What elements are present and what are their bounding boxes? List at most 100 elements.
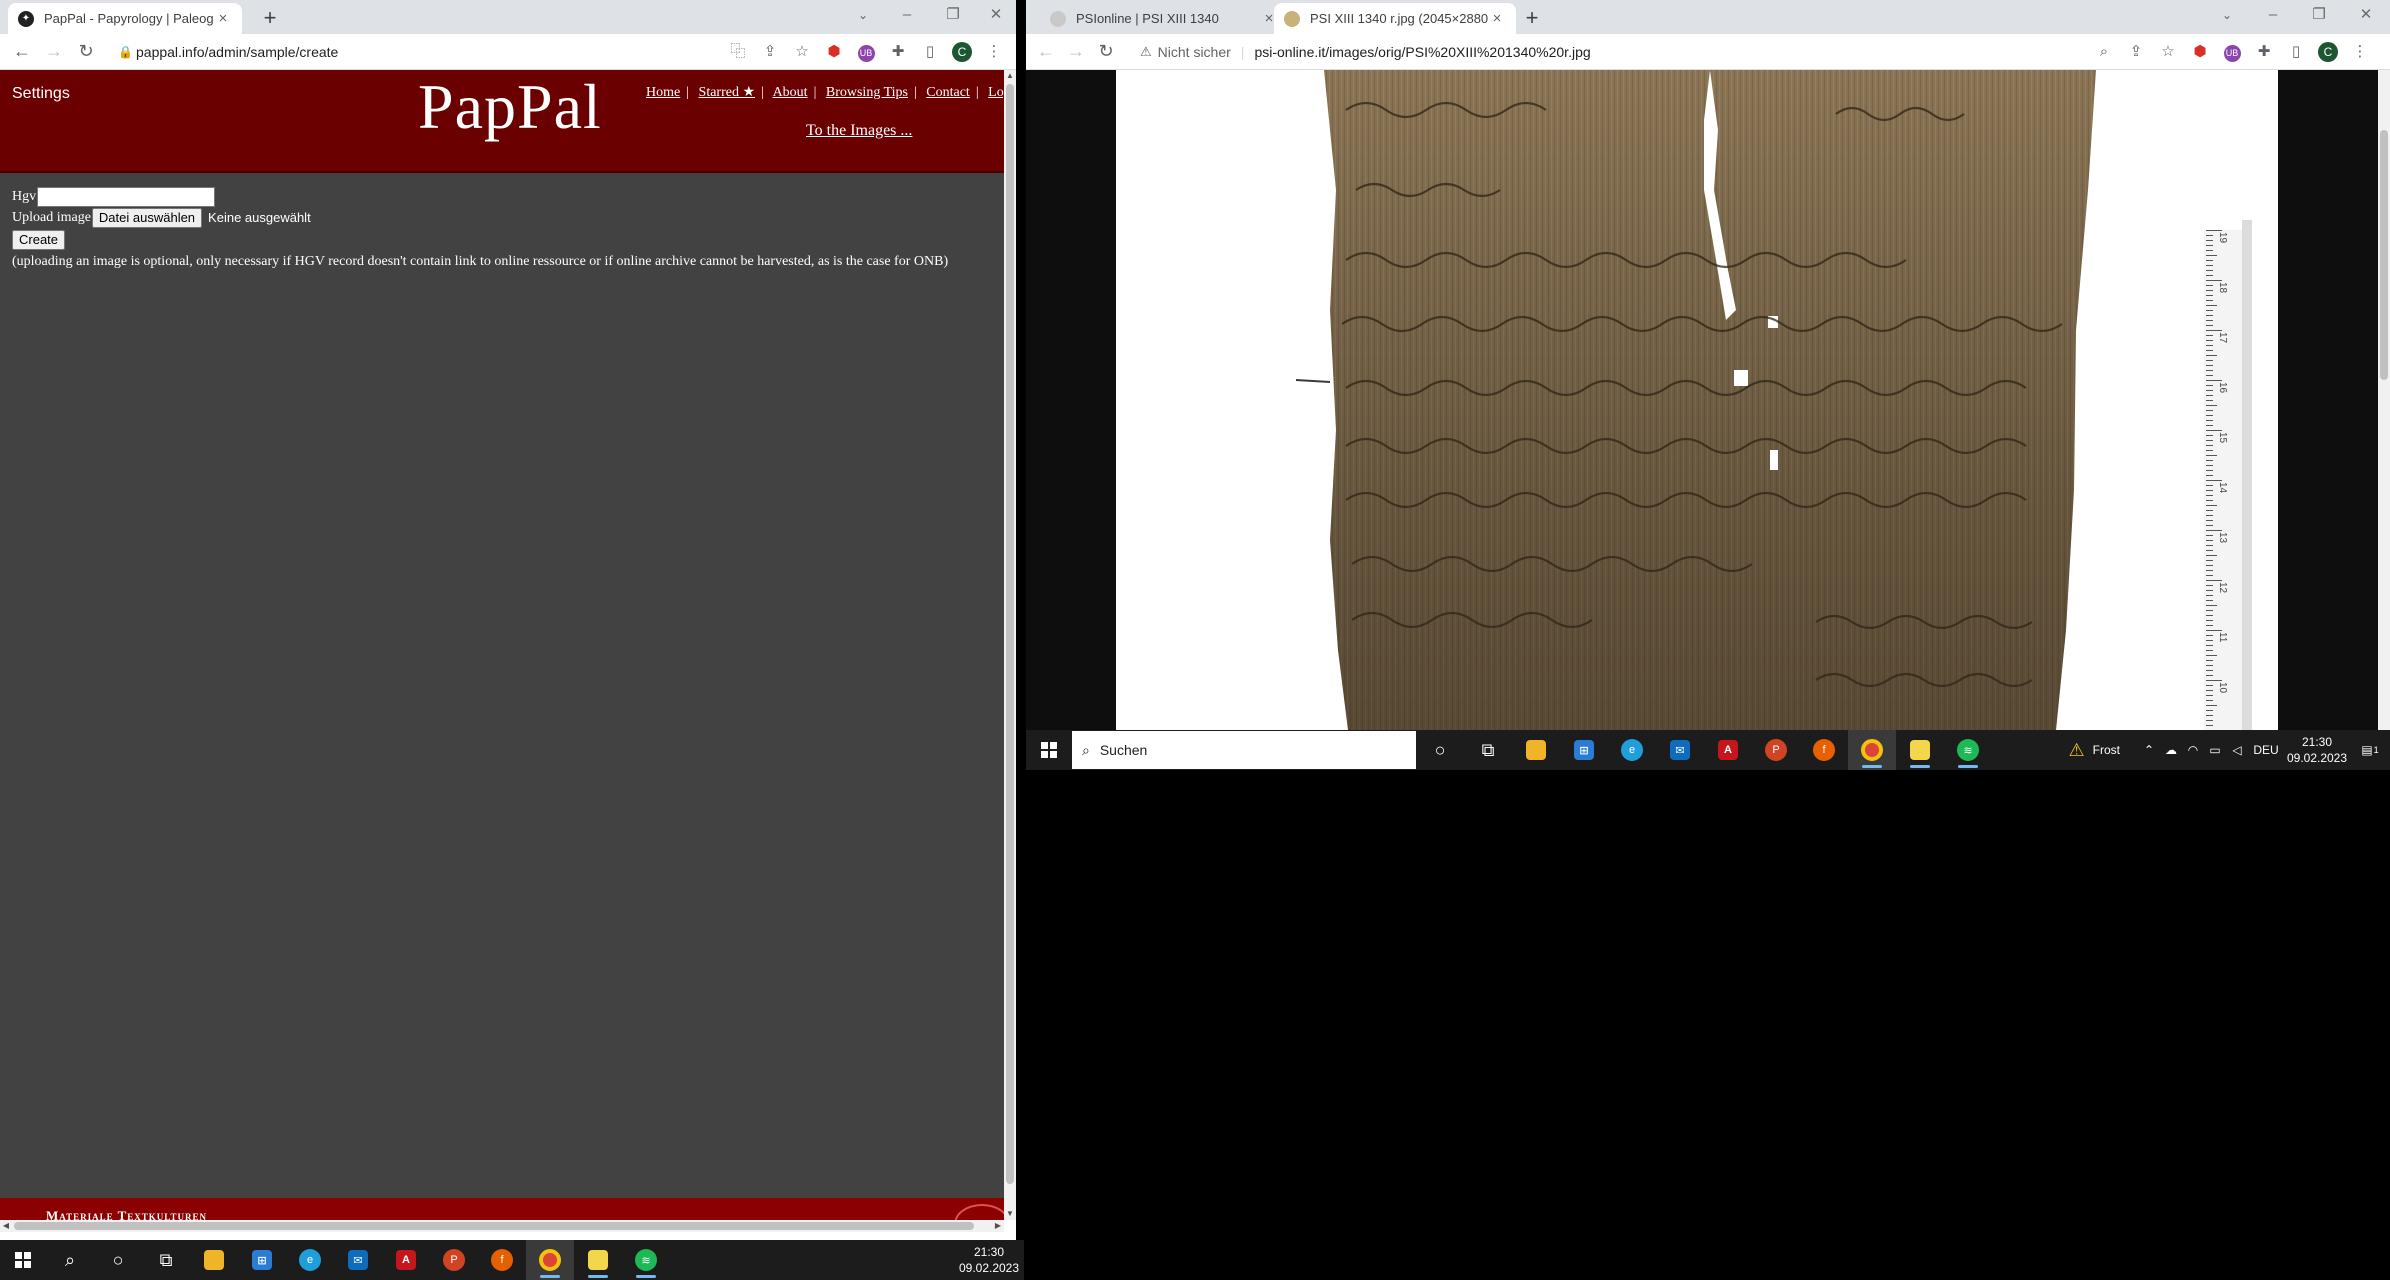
- windows-start-icon[interactable]: [1026, 730, 1072, 770]
- bookmark-star-icon[interactable]: ☆: [2152, 38, 2184, 66]
- language-indicator[interactable]: DEU: [2248, 743, 2284, 757]
- firefox-icon[interactable]: f: [478, 1240, 526, 1280]
- cortana-icon[interactable]: ○: [1416, 730, 1464, 770]
- minimize-button[interactable]: –: [2250, 0, 2296, 34]
- tab-search-icon[interactable]: ⌄: [848, 0, 878, 34]
- extension-purple-icon[interactable]: UB: [850, 38, 882, 66]
- tab-psi-image[interactable]: PSI XIII 1340 r.jpg (2045×2880) ×: [1274, 3, 1516, 34]
- tab-close-icon[interactable]: ×: [1488, 10, 1506, 27]
- scroll-up-arrow-icon[interactable]: ▲: [1004, 70, 1016, 82]
- mail-icon[interactable]: ✉: [1656, 730, 1704, 770]
- vertical-scrollbar-right[interactable]: [2378, 70, 2390, 730]
- back-arrow-icon[interactable]: ←: [8, 38, 36, 66]
- tab-search-icon[interactable]: ⌄: [2212, 0, 2242, 34]
- extension-adblock-icon[interactable]: ⬢: [2184, 38, 2216, 66]
- scroll-right-arrow-icon[interactable]: ▶: [992, 1220, 1004, 1232]
- acrobat-icon[interactable]: A: [1704, 730, 1752, 770]
- clock-right[interactable]: 21:30 09.02.2023: [2284, 734, 2350, 766]
- tray-network-icon[interactable]: ☁: [2160, 743, 2182, 757]
- extensions-puzzle-icon[interactable]: ✚: [2248, 38, 2280, 66]
- to-the-images-link[interactable]: To the Images ...: [806, 122, 912, 140]
- share-icon[interactable]: ⇪: [2120, 38, 2152, 66]
- nav-about-link[interactable]: About: [773, 85, 808, 100]
- extensions-puzzle-icon[interactable]: ✚: [882, 38, 914, 66]
- papyrus-image[interactable]: 19 18 17 16 15 14 13 12 11 10: [1116, 70, 2278, 730]
- tab-pappal[interactable]: ✦ PapPal - Papyrology | Paleograph ×: [8, 3, 242, 34]
- reload-icon[interactable]: ↻: [1092, 38, 1120, 66]
- notes-app-icon[interactable]: [574, 1240, 622, 1280]
- pappal-logo[interactable]: PapPal: [418, 70, 602, 144]
- chrome-icon[interactable]: [526, 1240, 574, 1280]
- chrome-icon[interactable]: [1848, 730, 1896, 770]
- task-view-icon[interactable]: ⧉: [142, 1240, 190, 1280]
- scroll-down-arrow-icon[interactable]: ▼: [1004, 1208, 1016, 1220]
- side-panel-icon[interactable]: ▯: [2280, 38, 2312, 66]
- volume-icon[interactable]: ◁: [2226, 743, 2248, 757]
- back-arrow-icon[interactable]: ←: [1032, 38, 1060, 66]
- battery-icon[interactable]: ▭: [2204, 743, 2226, 757]
- store-icon[interactable]: ⊞: [238, 1240, 286, 1280]
- cortana-icon[interactable]: ○: [94, 1240, 142, 1280]
- file-explorer-icon[interactable]: [1512, 730, 1560, 770]
- scroll-thumb[interactable]: [2380, 130, 2388, 380]
- clock-left[interactable]: 21:30 09.02.2023: [954, 1244, 1024, 1276]
- spotify-icon[interactable]: ≋: [1944, 730, 1992, 770]
- address-bar[interactable]: ⚠ Nicht sicher | psi-online.it/images/or…: [1140, 38, 1591, 66]
- spotify-icon[interactable]: ≋: [622, 1240, 670, 1280]
- minimize-button[interactable]: –: [884, 0, 930, 34]
- nav-logout-link[interactable]: Logou: [988, 85, 1004, 100]
- close-window-button[interactable]: ✕: [976, 0, 1016, 34]
- nav-home-link[interactable]: Home: [646, 85, 680, 100]
- edge-icon[interactable]: e: [286, 1240, 334, 1280]
- search-icon[interactable]: ⌕: [46, 1240, 94, 1280]
- bookmark-star-icon[interactable]: ☆: [786, 38, 818, 66]
- forward-arrow-icon[interactable]: →: [40, 38, 68, 66]
- windows-start-icon[interactable]: [0, 1240, 46, 1280]
- settings-link[interactable]: Settings: [12, 85, 70, 103]
- vertical-scrollbar[interactable]: ▲ ▼: [1004, 70, 1016, 1220]
- scroll-left-arrow-icon[interactable]: ◀: [0, 1220, 12, 1232]
- new-tab-button[interactable]: +: [256, 5, 284, 33]
- tray-chevron-up-icon[interactable]: ⌃: [2138, 743, 2160, 757]
- powerpoint-icon[interactable]: P: [430, 1240, 478, 1280]
- nav-browsing-tips-link[interactable]: Browsing Tips: [826, 85, 908, 100]
- side-panel-icon[interactable]: ▯: [914, 38, 946, 66]
- choose-file-button[interactable]: Datei auswählen: [91, 207, 203, 228]
- menu-kebab-icon[interactable]: ⋮: [978, 38, 1010, 66]
- share-icon[interactable]: ⇪: [754, 38, 786, 66]
- store-icon[interactable]: ⊞: [1560, 730, 1608, 770]
- acrobat-icon[interactable]: A: [382, 1240, 430, 1280]
- close-window-button[interactable]: ✕: [2342, 0, 2390, 34]
- weather-widget[interactable]: ⚠ Frost: [2069, 740, 2120, 761]
- task-view-icon[interactable]: ⧉: [1464, 730, 1512, 770]
- edge-icon[interactable]: e: [1608, 730, 1656, 770]
- notes-app-icon[interactable]: [1896, 730, 1944, 770]
- restore-button[interactable]: ❐: [2296, 0, 2342, 34]
- notification-center[interactable]: ▤ 1: [2350, 743, 2390, 757]
- menu-kebab-icon[interactable]: ⋮: [2344, 38, 2376, 66]
- hscroll-thumb[interactable]: [14, 1222, 974, 1230]
- taskbar-search-box[interactable]: ⌕ Suchen: [1072, 731, 1416, 769]
- translate-icon[interactable]: ⿻: [722, 38, 754, 66]
- profile-avatar[interactable]: C: [2312, 38, 2344, 66]
- wifi-icon[interactable]: ◠: [2182, 743, 2204, 757]
- zoom-icon[interactable]: ⌕: [2088, 38, 2120, 66]
- powerpoint-icon[interactable]: P: [1752, 730, 1800, 770]
- profile-avatar[interactable]: C: [946, 38, 978, 66]
- firefox-icon[interactable]: f: [1800, 730, 1848, 770]
- new-tab-button[interactable]: +: [1518, 5, 1546, 33]
- restore-button[interactable]: ❐: [930, 0, 976, 34]
- hgv-input[interactable]: [37, 186, 216, 207]
- file-explorer-icon[interactable]: [190, 1240, 238, 1280]
- reload-icon[interactable]: ↻: [72, 38, 100, 66]
- nav-contact-link[interactable]: Contact: [926, 85, 970, 100]
- extension-adblock-icon[interactable]: ⬢: [818, 38, 850, 66]
- create-button[interactable]: Create: [12, 229, 66, 250]
- tab-close-icon[interactable]: ×: [214, 10, 232, 27]
- forward-arrow-icon[interactable]: →: [1062, 38, 1090, 66]
- address-bar[interactable]: 🔒 pappal.info/admin/sample/create: [118, 38, 338, 66]
- mail-icon[interactable]: ✉: [334, 1240, 382, 1280]
- scroll-thumb[interactable]: [1006, 84, 1014, 1184]
- nav-starred-link[interactable]: Starred ★: [699, 85, 755, 100]
- horizontal-scrollbar[interactable]: ◀ ▶: [0, 1220, 1004, 1232]
